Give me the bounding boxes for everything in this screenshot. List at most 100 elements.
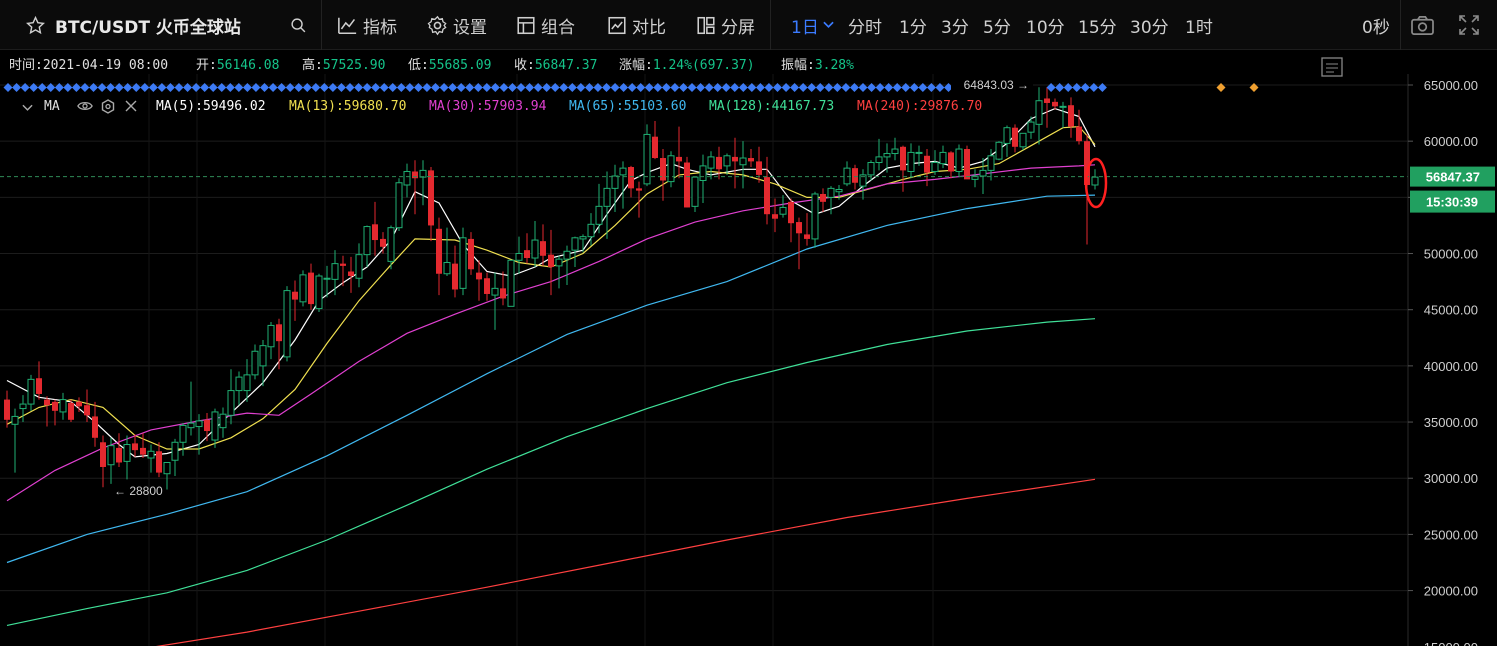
event-marker-icon: [3, 83, 13, 92]
event-marker-icon: [183, 83, 193, 92]
chart-grid: [0, 74, 1408, 646]
candle-down: [796, 222, 802, 234]
event-marker-icon: [815, 83, 825, 92]
event-marker-icon: [54, 83, 64, 92]
candle-up: [603, 187, 611, 207]
y-tick-label: 20000.00: [1424, 584, 1478, 599]
event-marker-icon: [12, 83, 22, 92]
event-marker-icon: [559, 83, 569, 92]
event-marker-icon: [781, 83, 791, 92]
candle-down: [428, 170, 434, 226]
candle-down: [412, 171, 418, 179]
candle-down: [44, 399, 50, 406]
candle-down: [1012, 127, 1018, 147]
candle-up: [843, 167, 851, 185]
candle-up: [507, 259, 515, 307]
event-marker-icon: [431, 83, 440, 92]
event-marker-icon: [277, 83, 287, 92]
event-marker-icon: [242, 83, 252, 92]
last-price-label: 56847.37: [1426, 170, 1480, 185]
eye-icon[interactable]: [77, 100, 93, 116]
close-icon[interactable]: [125, 100, 137, 116]
event-marker-icon: [1249, 83, 1259, 92]
price-chart[interactable]: 64843.03 →← 28800 65000.0060000.0055000.…: [0, 0, 1497, 646]
candle-down: [100, 442, 106, 467]
candle-down: [628, 167, 634, 189]
candle-up: [555, 258, 563, 267]
event-marker-icon: [576, 83, 586, 92]
candle-up: [939, 151, 947, 165]
candle-up: [187, 422, 195, 429]
event-marker-icon: [20, 83, 30, 92]
event-marker-icon: [790, 83, 800, 92]
event-marker-icon: [388, 83, 398, 92]
candle-up: [299, 274, 307, 303]
candle-up: [323, 277, 331, 280]
candle-up: [123, 444, 131, 462]
candle-down: [1044, 98, 1050, 103]
event-marker-icon: [619, 83, 629, 92]
event-marker-icon: [807, 83, 817, 92]
candle-up: [835, 188, 843, 193]
candle-down: [924, 155, 930, 173]
candle-down: [548, 254, 554, 268]
candle-up: [571, 237, 579, 251]
event-marker-icon: [602, 83, 611, 92]
candle-down: [732, 156, 738, 162]
candle-up: [707, 156, 715, 169]
event-marker-icon: [482, 83, 492, 92]
candle-down: [500, 288, 506, 299]
y-tick-label: 25000.00: [1424, 527, 1478, 542]
candle-up: [331, 263, 339, 280]
candle-up: [59, 399, 67, 413]
event-marker-icon: [841, 83, 851, 92]
event-marker-icon: [456, 83, 466, 92]
candle-up: [875, 156, 883, 164]
candle-up: [227, 390, 235, 416]
event-marker-icon: [191, 83, 201, 92]
note-icon-lines: [1326, 63, 1338, 73]
candle-down: [204, 419, 210, 432]
event-marker-icon: [1089, 83, 1099, 92]
candle-up: [283, 290, 291, 358]
candle-up: [1027, 121, 1035, 133]
event-marker-icon: [1080, 83, 1090, 92]
event-marker-icon: [653, 83, 663, 92]
candle-up: [235, 376, 243, 392]
event-marker-icon: [678, 83, 688, 92]
candle-up: [811, 193, 819, 240]
ma128-value: MA(128):44167.73: [709, 99, 835, 114]
event-marker-icon: [636, 83, 646, 92]
event-marker-icon: [319, 83, 329, 92]
event-marker-icon: [311, 83, 321, 92]
event-marker-icon: [97, 83, 107, 92]
event-marker-icon: [234, 83, 244, 92]
candle-up: [147, 450, 155, 459]
ma5-value: MA(5):59496.02: [156, 99, 266, 114]
candle-down: [1052, 101, 1058, 107]
event-marker-icon: [225, 83, 235, 92]
candle-up: [779, 206, 787, 215]
event-marker-icon: [849, 83, 859, 92]
y-tick-label: 60000.00: [1424, 134, 1478, 149]
event-marker-icon: [584, 83, 594, 92]
event-marker-icon: [533, 83, 543, 92]
event-marker-icon: [542, 83, 552, 92]
indicator-settings-icon[interactable]: [101, 99, 115, 118]
event-marker-icon: [644, 83, 654, 92]
low-price-marker: ← 28800: [114, 484, 163, 498]
event-marker-icon: [208, 83, 218, 92]
candle-down: [964, 149, 970, 180]
event-marker-icon: [29, 83, 39, 92]
candle-up: [267, 324, 275, 348]
collapse-chevron-icon[interactable]: [22, 101, 33, 116]
candle-down: [852, 168, 858, 183]
event-marker-icon: [131, 83, 141, 92]
event-marker-icon: [670, 83, 680, 92]
event-marker-icon: [867, 83, 877, 92]
candle-down: [636, 188, 642, 191]
candle-down: [348, 271, 354, 276]
candle-down: [684, 162, 690, 208]
event-marker-icon: [174, 83, 184, 92]
event-marker-icon: [567, 83, 577, 92]
